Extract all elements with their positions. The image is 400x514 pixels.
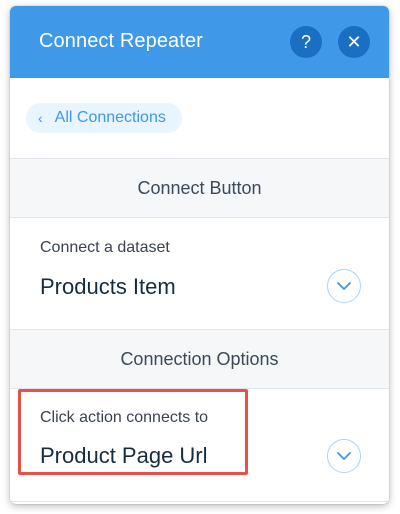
connection-options-section-title: Connection Options (10, 330, 389, 389)
chevron-down-icon (337, 451, 351, 460)
all-connections-label: All Connections (54, 109, 166, 126)
connect-button-section-title: Connect Button (10, 159, 389, 218)
dataset-label: Connect a dataset (40, 239, 170, 256)
help-button[interactable]: ? (290, 26, 322, 58)
chevron-down-icon (337, 281, 351, 290)
close-button[interactable]: ✕ (338, 26, 370, 58)
chevron-left-icon: ‹ (38, 110, 43, 126)
panel-title: Connect Repeater (39, 30, 203, 52)
panel-header: Connect Repeater ? ✕ (10, 6, 389, 78)
close-icon: ✕ (346, 31, 362, 52)
help-icon: ? (300, 31, 311, 52)
click-action-dropdown-button[interactable] (327, 439, 361, 473)
click-action-field: Click action connects to Product Page Ur… (10, 389, 389, 502)
all-connections-button[interactable]: ‹ All Connections (26, 103, 182, 133)
dataset-field: Connect a dataset Products Item (10, 218, 389, 330)
connect-repeater-panel: Connect Repeater ? ✕ ‹ All Connections C… (10, 6, 389, 504)
click-action-value: Product Page Url (40, 443, 208, 468)
dataset-value: Products Item (40, 274, 176, 299)
dataset-dropdown-button[interactable] (327, 269, 361, 303)
back-row: ‹ All Connections (10, 78, 389, 159)
click-action-label: Click action connects to (40, 409, 209, 426)
